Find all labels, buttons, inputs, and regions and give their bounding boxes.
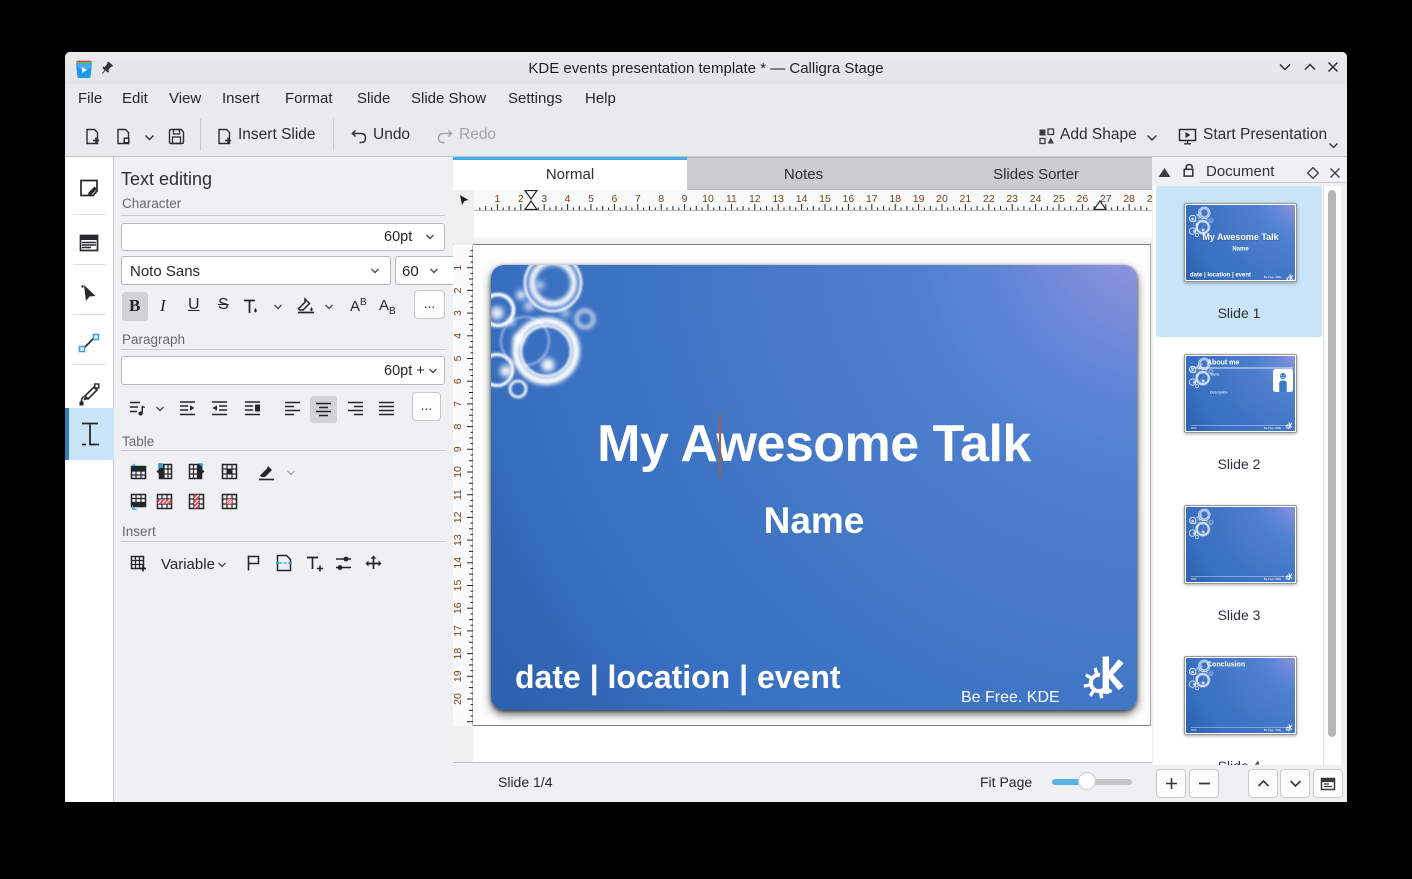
svg-text:28: 28 xyxy=(1123,193,1135,205)
svg-text:10: 10 xyxy=(453,466,464,478)
svg-text:8: 8 xyxy=(453,424,464,430)
svg-text:24: 24 xyxy=(1030,193,1042,205)
svg-text:5: 5 xyxy=(588,193,594,205)
svg-text:14: 14 xyxy=(796,193,808,205)
svg-text:7: 7 xyxy=(635,193,641,205)
svg-text:4: 4 xyxy=(565,193,571,205)
svg-text:7: 7 xyxy=(453,401,464,407)
svg-text:12: 12 xyxy=(453,511,464,523)
svg-text:13: 13 xyxy=(772,193,784,205)
svg-text:5: 5 xyxy=(453,355,464,361)
svg-text:1: 1 xyxy=(494,193,500,205)
svg-text:20: 20 xyxy=(453,693,464,705)
svg-text:6: 6 xyxy=(611,193,617,205)
svg-text:15: 15 xyxy=(819,193,831,205)
svg-text:9: 9 xyxy=(682,193,688,205)
svg-text:20: 20 xyxy=(936,193,948,205)
svg-text:26: 26 xyxy=(1077,193,1089,205)
svg-text:6: 6 xyxy=(453,378,464,384)
svg-text:1: 1 xyxy=(453,265,464,271)
svg-text:3: 3 xyxy=(453,310,464,316)
svg-text:13: 13 xyxy=(453,534,464,546)
svg-text:25: 25 xyxy=(1053,193,1065,205)
svg-text:10: 10 xyxy=(702,193,714,205)
svg-text:8: 8 xyxy=(658,193,664,205)
svg-text:2: 2 xyxy=(518,193,524,205)
svg-text:16: 16 xyxy=(843,193,855,205)
svg-text:18: 18 xyxy=(889,193,901,205)
svg-text:4: 4 xyxy=(453,333,464,339)
svg-text:17: 17 xyxy=(453,625,464,637)
svg-text:19: 19 xyxy=(453,670,464,682)
svg-text:12: 12 xyxy=(749,193,761,205)
svg-text:9: 9 xyxy=(453,446,464,452)
svg-text:19: 19 xyxy=(913,193,925,205)
svg-text:16: 16 xyxy=(453,602,464,614)
svg-text:14: 14 xyxy=(453,557,464,569)
svg-text:18: 18 xyxy=(453,648,464,660)
svg-text:21: 21 xyxy=(960,193,972,205)
svg-text:3: 3 xyxy=(541,193,547,205)
svg-text:2: 2 xyxy=(453,287,464,293)
svg-text:11: 11 xyxy=(453,489,464,500)
svg-text:22: 22 xyxy=(983,193,995,205)
svg-text:15: 15 xyxy=(453,580,464,592)
svg-text:17: 17 xyxy=(866,193,878,205)
svg-text:23: 23 xyxy=(1006,193,1018,205)
svg-text:11: 11 xyxy=(726,193,737,205)
